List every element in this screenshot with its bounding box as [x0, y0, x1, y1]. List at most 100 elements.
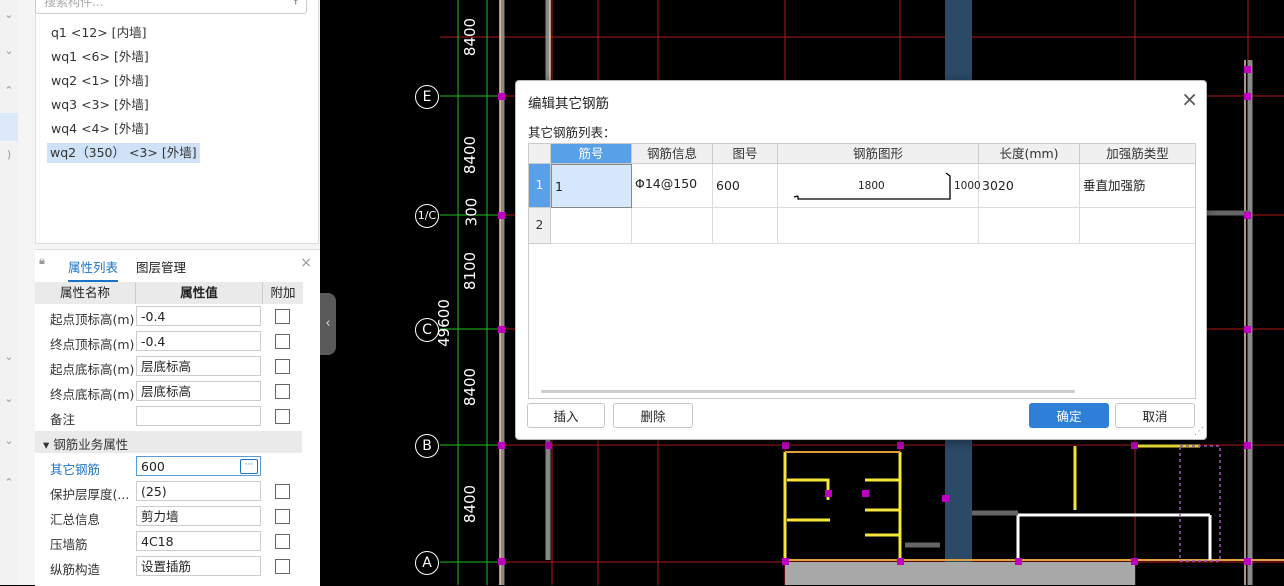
extra-checkbox[interactable]	[275, 409, 290, 424]
delete-button[interactable]: 删除	[613, 403, 693, 428]
close-icon[interactable]: ×	[1181, 87, 1198, 111]
horizontal-scrollbar[interactable]	[541, 390, 1075, 393]
section-label: ▾ 钢筋业务属性	[43, 434, 128, 453]
corner-header	[529, 144, 551, 164]
tree-item[interactable]: q1 <12> [内墙]	[48, 23, 149, 43]
property-value-input[interactable]: 剪力墙	[136, 506, 261, 526]
header-prop-value: 属性值	[136, 282, 263, 304]
length-cell[interactable]	[979, 208, 1080, 244]
shape-cell[interactable]: 1800 1000	[778, 164, 981, 208]
chevron-up-icon[interactable]: ⌃	[2, 476, 16, 489]
property-name: 终点顶标高(m)	[50, 337, 135, 352]
tree-item[interactable]: wq1 <6> [外墙]	[48, 47, 152, 67]
chevron-down-icon[interactable]: ⌄	[2, 44, 16, 57]
axis-label-e: E	[415, 85, 439, 109]
length-cell[interactable]: 3020	[979, 164, 1080, 208]
fig-cell[interactable]	[713, 208, 778, 244]
column-header-bar-no[interactable]: 筋号	[551, 144, 632, 164]
chevron-left-icon: ‹	[325, 316, 331, 331]
property-row: 纵筋构造 设置插筋	[35, 555, 320, 580]
ok-button[interactable]: 确定	[1029, 403, 1109, 428]
component-tree: q1 <12> [内墙] wq1 <6> [外墙] wq2 <1> [外墙] w…	[35, 0, 319, 244]
property-name: 备注	[50, 412, 76, 427]
extra-checkbox[interactable]	[275, 334, 290, 349]
extra-checkbox[interactable]	[275, 509, 290, 524]
property-value-input[interactable]	[136, 406, 261, 426]
cancel-button[interactable]: 取消	[1115, 403, 1195, 428]
property-row: 起点底标高(m) 层底标高	[35, 355, 320, 380]
selected-strip-item[interactable]	[0, 113, 18, 141]
type-cell[interactable]: 垂直加强筋	[1080, 164, 1195, 208]
section-title: 钢筋业务属性	[53, 437, 129, 452]
chevron-down-icon[interactable]: ⌄	[2, 392, 16, 405]
property-value-input[interactable]: 4C18	[136, 531, 261, 551]
property-value-input[interactable]: (25)	[136, 481, 261, 501]
property-name: 汇总信息	[50, 512, 101, 527]
row-header[interactable]: 1	[529, 164, 551, 208]
column-header-length[interactable]: 长度(mm)	[979, 144, 1080, 164]
chevron-up-icon[interactable]: ⌃	[2, 84, 16, 97]
shape-dimension-a: 1800	[858, 180, 885, 192]
property-value-input[interactable]: 层底标高	[136, 356, 261, 376]
ellipsis-button[interactable]: ···	[240, 459, 258, 474]
shape-cell[interactable]	[778, 208, 979, 244]
property-name: 起点底标高(m)	[50, 362, 135, 377]
component-panel: q1 <12> [内墙] wq1 <6> [外墙] wq2 <1> [外墙] w…	[18, 0, 320, 586]
property-value-input[interactable]: -0.4	[136, 331, 261, 351]
extra-checkbox[interactable]	[275, 559, 290, 574]
chevron-down-icon[interactable]: ⌄	[2, 350, 16, 363]
property-row: 其它钢筋 600 ···	[35, 455, 320, 480]
type-cell[interactable]	[1080, 208, 1195, 244]
property-value-input[interactable]: 设置插筋	[136, 556, 261, 576]
extra-checkbox[interactable]	[275, 384, 290, 399]
chevron-down-icon[interactable]: ⌄	[2, 434, 16, 447]
fig-cell[interactable]: 600	[713, 164, 778, 208]
dimension-label: 8100	[461, 251, 480, 291]
paren-glyph: )	[6, 148, 12, 161]
section-rebar-properties[interactable]: ▾ 钢筋业务属性	[35, 431, 302, 453]
header-prop-name: 属性名称	[35, 282, 136, 304]
property-row: 起点顶标高(m) -0.4	[35, 305, 320, 330]
search-input[interactable]: 搜索构件... ⚲	[35, 0, 307, 14]
chevron-down-icon[interactable]: ⌄	[2, 8, 16, 21]
other-rebar-input[interactable]: 600 ···	[136, 456, 261, 476]
insert-button[interactable]: 插入	[527, 403, 605, 428]
axis-label-1c: 1/C	[415, 204, 439, 228]
dimension-label: 8400	[461, 135, 480, 175]
resize-grip-icon[interactable]: ⋰	[1194, 426, 1204, 437]
column-header-fig[interactable]: 图号	[713, 144, 778, 164]
bar-no-cell[interactable]: 1	[551, 164, 632, 208]
bar-no-cell[interactable]	[551, 208, 632, 244]
extra-checkbox[interactable]	[275, 534, 290, 549]
shape-dimension-b: 1000	[954, 180, 981, 192]
property-value-input[interactable]: -0.4	[136, 306, 261, 326]
extra-checkbox[interactable]	[275, 359, 290, 374]
row-header[interactable]: 2	[529, 208, 551, 244]
dimension-label: 300	[462, 197, 481, 227]
column-header-type[interactable]: 加强筋类型	[1080, 144, 1195, 164]
dimension-label: 8400	[461, 484, 480, 524]
extra-checkbox[interactable]	[275, 484, 290, 499]
info-cell[interactable]: Φ14@150	[632, 164, 713, 208]
tree-item[interactable]: wq2 <1> [外墙]	[48, 71, 152, 91]
tree-item[interactable]: wq3 <3> [外墙]	[48, 95, 152, 115]
tab-layers[interactable]: 图层管理	[136, 257, 186, 276]
dimension-label: 8400	[461, 367, 480, 407]
property-name: 纵筋构造	[50, 562, 101, 577]
tab-properties[interactable]: 属性列表	[68, 257, 119, 282]
lock-icon[interactable]: 🔒︎	[39, 254, 49, 267]
tree-item-selected[interactable]: wq2（350） <3> [外墙]	[47, 143, 200, 163]
property-row: 保护层厚度(... (25)	[35, 480, 320, 505]
property-value-input[interactable]: 层底标高	[136, 381, 261, 401]
property-name: 保护层厚度(...	[50, 487, 130, 502]
column-header-shape[interactable]: 钢筋图形	[778, 144, 979, 164]
panel-collapse-handle[interactable]: ‹	[320, 293, 336, 355]
property-row: 备注	[35, 405, 320, 430]
column-header-info[interactable]: 钢筋信息	[632, 144, 713, 164]
close-icon[interactable]: ×	[300, 255, 312, 271]
info-cell[interactable]	[632, 208, 713, 244]
tree-item[interactable]: wq4 <4> [外墙]	[48, 119, 152, 139]
search-icon[interactable]: ⚲	[291, 0, 300, 6]
extra-checkbox[interactable]	[275, 309, 290, 324]
total-dimension-label: 49600	[434, 299, 453, 347]
